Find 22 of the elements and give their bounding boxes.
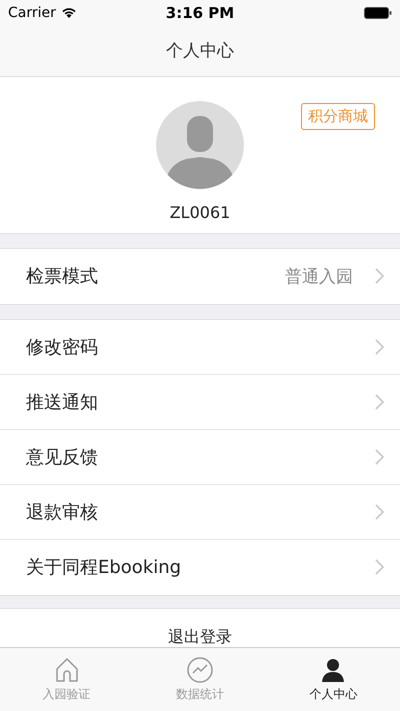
chevron-icon <box>375 504 384 520</box>
menu-item[interactable]: 退款审核 <box>0 484 400 540</box>
page-title: 个人中心 <box>166 40 234 62</box>
menu-item[interactable]: 修改密码 <box>0 320 400 375</box>
battery-icon <box>364 6 392 19</box>
tab[interactable]: 个人中心 <box>266 648 400 711</box>
chevron-icon <box>375 559 384 576</box>
chevron-icon <box>375 394 384 410</box>
chevron-icon <box>375 338 384 355</box>
avatar-icon <box>156 100 244 189</box>
menu-item[interactable]: 关于同程Ebooking <box>0 540 400 595</box>
wifi-icon <box>60 6 77 19</box>
clock-time: 3:16 PM <box>166 4 234 22</box>
chart-icon <box>186 656 214 684</box>
menu-item[interactable]: 推送通知 <box>0 374 400 430</box>
menu-item[interactable]: 意见反馈 <box>0 430 400 485</box>
chevron-icon <box>375 448 384 465</box>
carrier-name: Carrier <box>8 4 56 21</box>
menu-item[interactable]: 检票模式 普通入园 <box>0 248 400 304</box>
username: ZL0061 <box>170 202 230 222</box>
chevron-icon <box>375 268 384 284</box>
logout-button[interactable]: 退出登录 <box>168 626 232 647</box>
